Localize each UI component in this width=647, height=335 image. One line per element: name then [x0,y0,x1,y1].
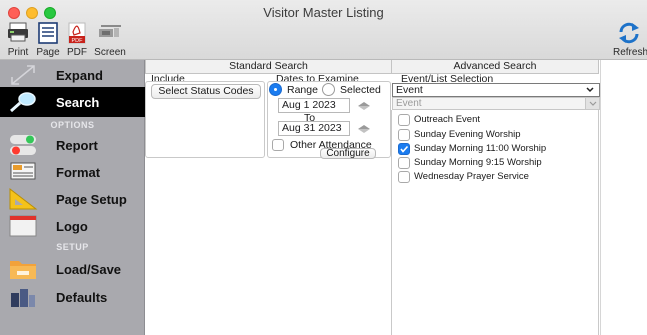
event-list-select-value: Event [396,84,423,96]
select-status-codes-button[interactable]: Select Status Codes [151,84,261,99]
tab-advanced-search[interactable]: Advanced Search [391,60,599,74]
expand-arrows-icon [11,65,35,85]
other-attendance-checkbox[interactable] [272,139,284,151]
selected-label: Selected [340,84,381,96]
window-chrome: Visitor Master Listing Print Page PDF PD… [0,0,647,60]
pdf-button[interactable]: PDF PDF [63,22,91,58]
checkmark-icon [400,145,409,153]
triangle-ruler-icon [9,187,38,210]
main-panel: Standard Search Advanced Search Include … [145,60,647,335]
sidebar-label-load-save: Load/Save [56,262,122,277]
pdf-label: PDF [67,47,87,58]
sidebar-label-logo: Logo [56,219,88,234]
sidebar-item-page-setup[interactable]: Page Setup [0,184,145,214]
printer-icon [8,22,28,42]
search-icon [10,92,36,113]
configure-button[interactable]: Configure [320,148,376,159]
screen-label: Screen [94,47,126,58]
event-checkbox-0[interactable] [398,114,410,126]
format-icon [10,162,36,180]
sidebar-label-defaults: Defaults [56,290,108,305]
event-checkbox-2[interactable] [398,143,410,155]
sidebar-heading-options: OPTIONS [50,120,95,130]
sidebar-item-expand[interactable]: Expand [0,60,145,90]
sidebar-label-page-setup: Page Setup [56,192,127,207]
event-checkbox-4[interactable] [398,171,410,183]
sidebar: Expand Search OPTIONS Report Format Page… [0,60,145,335]
logo-icon [9,215,37,237]
event-list-select[interactable]: Event [392,83,600,97]
sidebar-heading-setup: SETUP [56,242,89,252]
page-icon [38,22,58,44]
sidebar-label-search: Search [56,95,100,110]
refresh-button[interactable]: Refresh [611,22,647,58]
tab-standard-search[interactable]: Standard Search [145,60,392,74]
right-blank-area [600,60,647,335]
screen-icon [99,25,121,37]
start-date-field[interactable]: Aug 1 2023 [278,98,350,113]
window-title: Visitor Master Listing [263,5,384,20]
page-label: Page [36,47,60,58]
print-label: Print [7,47,29,58]
event-sub-select-value: Event [396,98,422,109]
dates-panel: Range Selected Aug 1 2023 To Aug 31 2023… [267,81,391,159]
sidebar-label-format: Format [56,165,101,180]
event-label: Wednesday Prayer Service [414,171,529,182]
include-panel: Select Status Codes [145,81,265,158]
sub-select-arrow [585,98,599,109]
sidebar-label-expand: Expand [56,68,103,83]
pdf-icon: PDF [68,22,86,44]
sidebar-label-report: Report [56,138,98,153]
event-label: Outreach Event [414,114,481,125]
sidebar-item-report[interactable]: Report [0,130,145,160]
pdf-badge-text: PDF [72,38,84,44]
selected-radio[interactable] [322,83,335,96]
sidebar-item-format[interactable]: Format [0,157,145,187]
event-label: Sunday Morning 9:15 Worship [414,157,542,168]
sidebar-item-search[interactable]: Search [0,87,145,117]
screen-button[interactable]: Screen [93,22,127,58]
event-checkbox-1[interactable] [398,129,410,141]
event-label: Sunday Evening Worship [414,129,521,140]
event-checklist: Outreach Event Sunday Evening Worship Su… [391,110,599,335]
list-item[interactable]: Wednesday Prayer Service [392,171,598,185]
list-item[interactable]: Sunday Morning 11:00 Worship [392,143,598,157]
print-button[interactable]: Print [4,22,32,58]
list-item[interactable]: Outreach Event [392,114,598,128]
folder-icon [10,261,36,279]
defaults-icon [11,289,35,307]
end-date-stepper-icon[interactable] [356,124,372,134]
refresh-icon [619,22,639,44]
refresh-label: Refresh [613,47,647,58]
event-label: Sunday Morning 11:00 Worship [414,143,547,154]
toggle-switches-icon [10,135,36,155]
range-radio[interactable] [269,83,282,96]
start-date-stepper-icon[interactable] [356,101,372,111]
event-checkbox-3[interactable] [398,157,410,169]
sidebar-item-logo[interactable]: Logo [0,211,145,241]
end-date-field[interactable]: Aug 31 2023 [278,121,350,136]
list-item[interactable]: Sunday Evening Worship [392,129,598,143]
range-label: Range [287,84,318,96]
sidebar-item-load-save[interactable]: Load/Save [0,254,145,284]
sidebar-item-defaults[interactable]: Defaults [0,282,145,312]
page-button[interactable]: Page [34,22,62,58]
chevron-down-icon [589,101,597,106]
chevron-down-icon [586,87,594,93]
event-sub-select[interactable]: Event [392,97,600,110]
list-item[interactable]: Sunday Morning 9:15 Worship [392,157,598,171]
